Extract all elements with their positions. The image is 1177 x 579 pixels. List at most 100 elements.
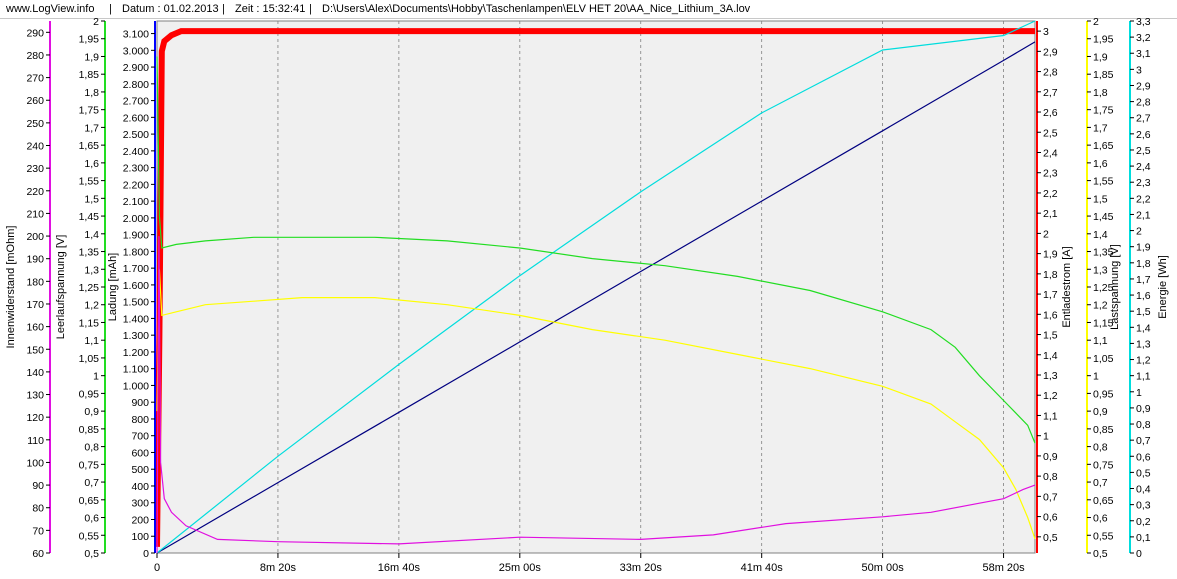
energie-tick-label: 2,3	[1136, 177, 1151, 189]
energie-tick-label: 2,4	[1136, 161, 1151, 173]
lastspannung-tick-label: 1,8	[1093, 87, 1108, 99]
lastspannung-tick-label: 1,5	[1093, 193, 1108, 205]
ladung-tick-label: 1.300	[123, 330, 149, 342]
ladung-tick-label: 700	[131, 431, 149, 443]
entladestrom-tick-label: 1,6	[1043, 309, 1058, 321]
energie-tick-label: 3	[1136, 64, 1142, 76]
entladestrom-tick-label: 2,7	[1043, 87, 1058, 99]
entladestrom-tick-label: 1	[1043, 431, 1049, 443]
lastspannung-tick-label: 1,45	[1093, 211, 1114, 223]
ladung-tick-label: 2.100	[123, 196, 149, 208]
energie-tick-label: 1	[1136, 387, 1142, 399]
leerlaufspannung-tick-label: 1,9	[84, 51, 99, 63]
ladung-tick-label: 0	[143, 548, 149, 560]
entladestrom-tick-label: 1,8	[1043, 269, 1058, 281]
lastspannung-tick-label: 1	[1093, 371, 1099, 383]
leerlaufspannung-tick-label: 1,75	[79, 105, 100, 117]
leerlaufspannung-tick-label: 1,65	[79, 140, 100, 152]
entladestrom-tick-label: 0,6	[1043, 512, 1058, 524]
entladestrom-axis-title: Entladestrom [A]	[1061, 246, 1073, 327]
leerlaufspannung-tick-label: 0,8	[84, 442, 99, 454]
lastspannung-tick-label: 1,3	[1093, 264, 1108, 276]
entladestrom-tick-label: 1,5	[1043, 330, 1058, 342]
entladestrom-tick-label: 2,1	[1043, 208, 1058, 220]
energie-tick-label: 3,3	[1136, 16, 1151, 28]
ladung-tick-label: 2.300	[123, 163, 149, 175]
lastspannung-tick-label: 0,8	[1093, 442, 1108, 454]
leerlaufspannung-tick-label: 1,05	[79, 353, 100, 365]
chart: 2902802702602502402302202102001901801701…	[5, 16, 1169, 574]
lastspannung-tick-label: 0,5	[1093, 548, 1108, 560]
innenwiderstand-tick-label: 200	[26, 231, 44, 243]
x-axis: 0 8m 20s 16m 40s 25m 00s 33m 20s 41m 40s 50m 0…	[154, 553, 1025, 574]
ladung-tick-label: 2.500	[123, 129, 149, 141]
lastspannung-axis-title: Lastspannung [V]	[1109, 244, 1121, 330]
entladestrom-tick-label: 1,2	[1043, 390, 1058, 402]
energie-tick-label: 1,5	[1136, 306, 1151, 318]
innenwiderstand-tick-label: 90	[32, 480, 44, 492]
x-tick-label: 16m 40s	[378, 562, 421, 574]
ladung-tick-label: 1.800	[123, 246, 149, 258]
entladestrom-tick-label: 0,8	[1043, 471, 1058, 483]
x-tick-label: 8m 20s	[260, 562, 297, 574]
innenwiderstand-tick-label: 100	[26, 457, 44, 469]
energie-tick-label: 0,5	[1136, 467, 1151, 479]
ladung-tick-label: 1.400	[123, 313, 149, 325]
entladestrom-tick-label: 0,7	[1043, 491, 1058, 503]
ladung-tick-label: 2.000	[123, 213, 149, 225]
ladung-tick-label: 2.600	[123, 112, 149, 124]
innenwiderstand-tick-label: 260	[26, 95, 44, 107]
entladestrom-tick-label: 2	[1043, 228, 1049, 240]
ladung-tick-label: 1.200	[123, 347, 149, 359]
lastspannung-tick-label: 1,75	[1093, 105, 1114, 117]
ladung-tick-label: 100	[131, 531, 149, 543]
energie-tick-label: 0,8	[1136, 419, 1151, 431]
leerlaufspannung-tick-label: 1	[93, 371, 99, 383]
energie-tick-label: 2,2	[1136, 193, 1151, 205]
ladung-tick-label: 2.400	[123, 146, 149, 158]
ladung-tick-label: 400	[131, 481, 149, 493]
lastspannung-tick-label: 1,7	[1093, 122, 1108, 134]
energie-tick-label: 3,2	[1136, 32, 1151, 44]
leerlaufspannung-tick-label: 1,1	[84, 335, 99, 347]
ladung-tick-label: 3.000	[123, 45, 149, 57]
ladung-tick-label: 2.900	[123, 62, 149, 74]
leerlaufspannung-tick-label: 1,7	[84, 122, 99, 134]
innenwiderstand-tick-label: 170	[26, 299, 44, 311]
lastspannung-tick-label: 0,6	[1093, 513, 1108, 525]
x-tick-label: 50m 00s	[862, 562, 905, 574]
ladung-tick-label: 1.500	[123, 297, 149, 309]
energie-tick-label: 1,8	[1136, 258, 1151, 270]
leerlaufspannung-tick-label: 1,55	[79, 176, 100, 188]
innenwiderstand-axis-title: Innenwiderstand [mOhm]	[5, 226, 17, 349]
entladestrom-tick-label: 2,5	[1043, 127, 1058, 139]
leerlaufspannung-tick-label: 1,5	[84, 193, 99, 205]
innenwiderstand-tick-label: 60	[32, 548, 44, 560]
lastspannung-tick-label: 1,55	[1093, 176, 1114, 188]
energie-tick-label: 2,6	[1136, 129, 1151, 141]
lastspannung-tick-label: 0,55	[1093, 530, 1114, 542]
innenwiderstand-tick-label: 120	[26, 412, 44, 424]
innenwiderstand-tick-label: 220	[26, 186, 44, 198]
leerlaufspannung-tick-label: 2	[93, 16, 99, 28]
energie-tick-label: 3,1	[1136, 48, 1151, 60]
ladung-tick-label: 2.700	[123, 96, 149, 108]
energie-tick-label: 1,6	[1136, 290, 1151, 302]
leerlaufspannung-tick-label: 1,2	[84, 300, 99, 312]
energie-tick-label: 1,7	[1136, 274, 1151, 286]
entladestrom-tick-label: 1,9	[1043, 249, 1058, 261]
x-tick-label: 58m 20s	[982, 562, 1025, 574]
leerlaufspannung-tick-label: 0,5	[84, 548, 99, 560]
energie-tick-label: 0,7	[1136, 435, 1151, 447]
entladestrom-tick-label: 3	[1043, 26, 1049, 38]
leerlaufspannung-tick-label: 1,95	[79, 34, 100, 46]
entladestrom-tick-label: 1,7	[1043, 289, 1058, 301]
ladung-tick-label: 800	[131, 414, 149, 426]
lastspannung-tick-label: 0,9	[1093, 406, 1108, 418]
entladestrom-tick-label: 2,8	[1043, 67, 1058, 79]
ladung-tick-label: 1.900	[123, 230, 149, 242]
energie-tick-label: 1,3	[1136, 338, 1151, 350]
plot-area	[156, 20, 1036, 554]
lastspannung-tick-label: 0,7	[1093, 477, 1108, 489]
entladestrom-tick-label: 2,2	[1043, 188, 1058, 200]
